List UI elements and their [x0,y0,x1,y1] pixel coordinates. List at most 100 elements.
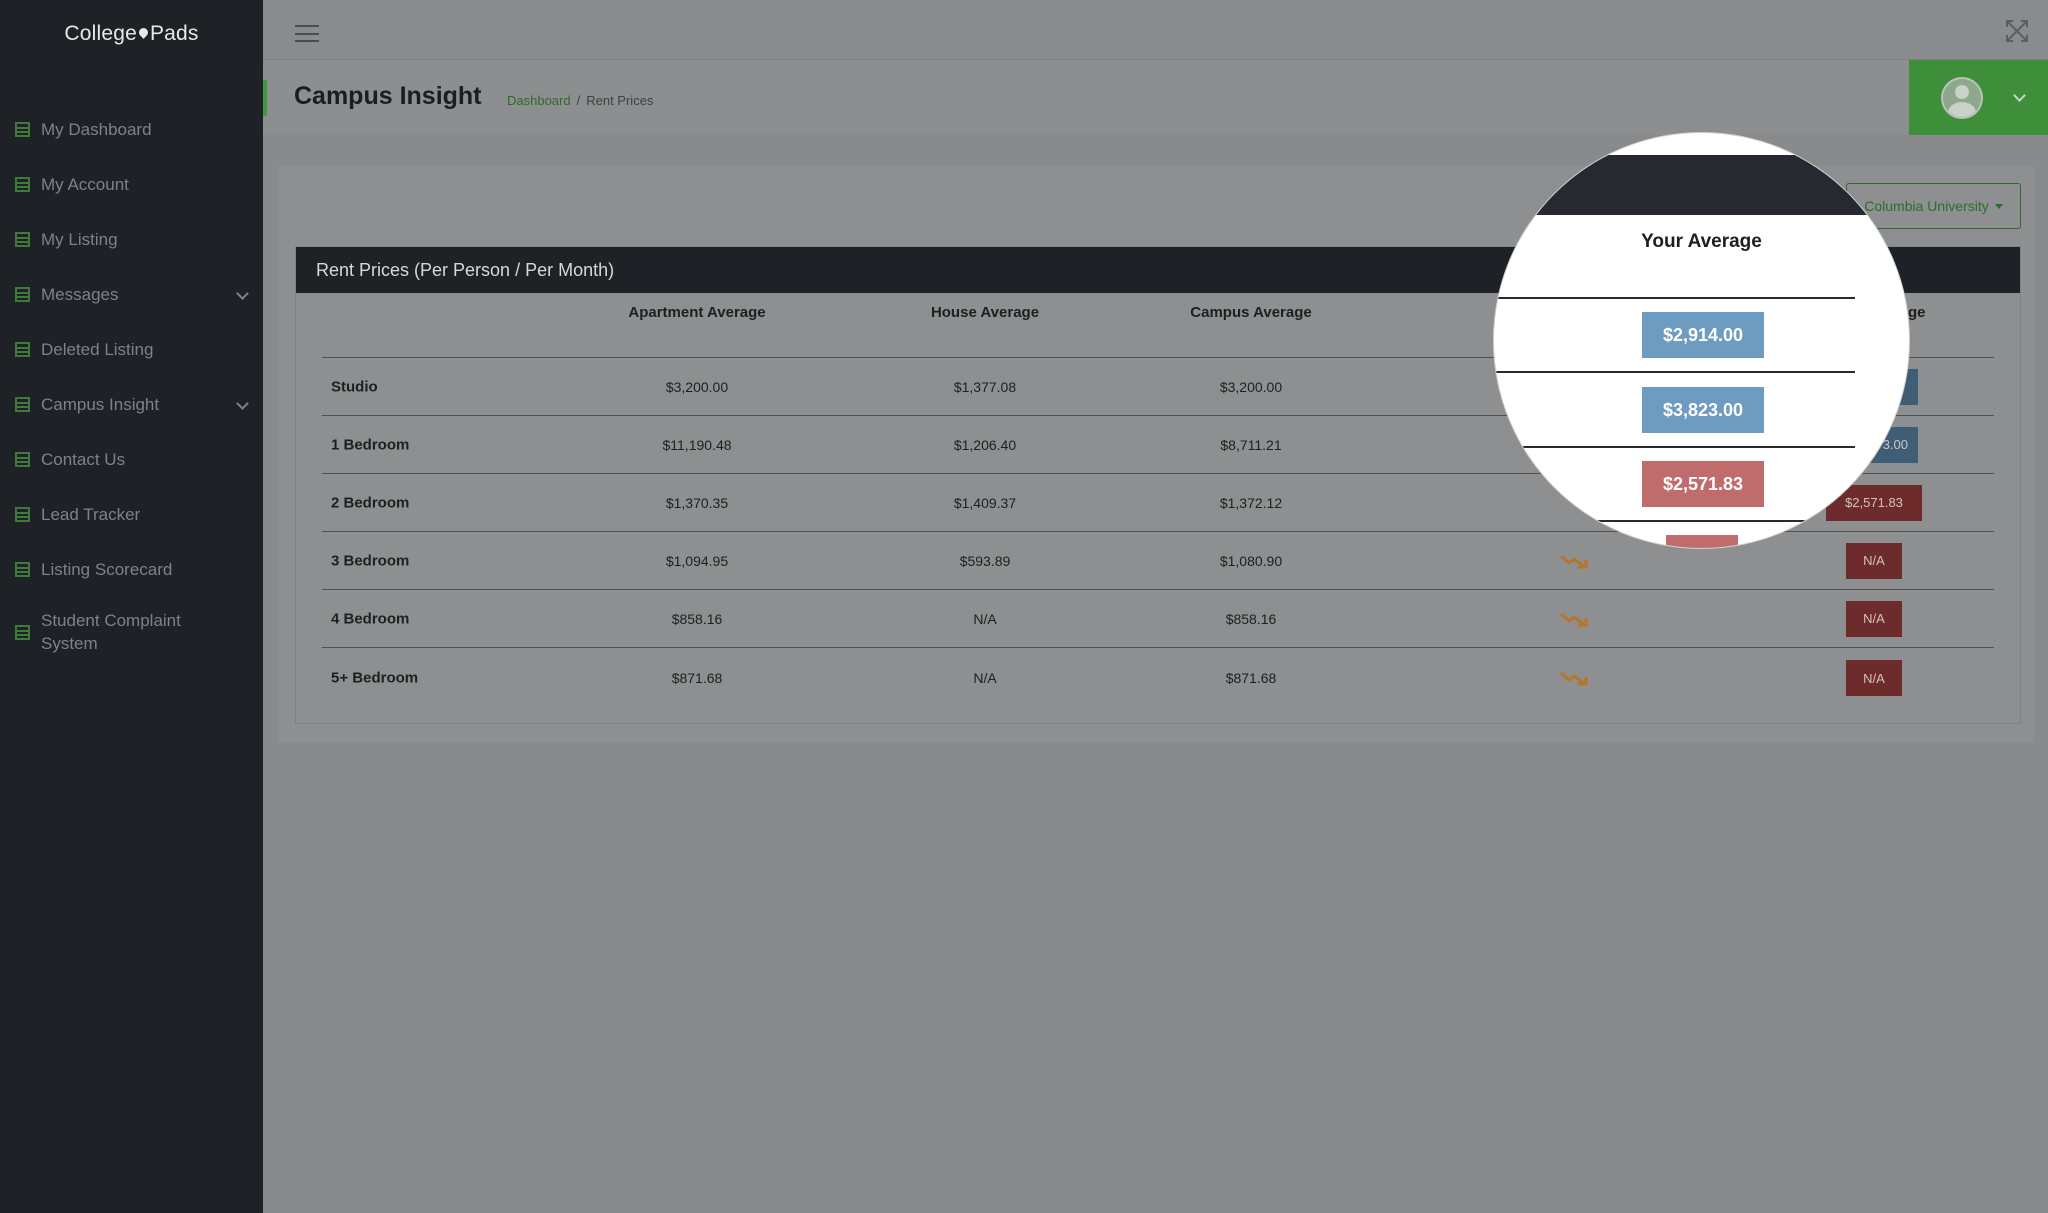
your-average-studio-badge: $2,914.00 [1642,312,1764,358]
sidebar-item-campus-insight[interactable]: Campus Insight [0,377,263,432]
sidebar-item-contact-us[interactable]: Contact Us [0,432,263,487]
sidebar-item-label: Lead Tracker [41,504,141,524]
list-icon [15,231,30,247]
panel-title: Rent Prices (Per Person / Per Month) [316,260,615,280]
campus-average: $858.16 [1225,610,1277,627]
row-label: Studio [331,378,378,395]
chevron-down-icon [2013,89,2026,102]
hamburger-icon[interactable] [295,25,319,42]
campus-average: $871.68 [1225,670,1277,686]
column-header-campus: Campus Average [1190,304,1312,321]
sidebar-item-my-account[interactable]: My Account [0,157,263,212]
top-bar [263,0,2048,60]
campus-average: $8,711.21 [1220,436,1282,453]
page-header: Campus Insight Dashboard / Rent Prices [263,60,2048,135]
your-average-badge: N/A [1846,600,1902,637]
breadcrumb-dashboard-link[interactable]: Dashboard [507,93,571,108]
campus-average: $1,372.12 [1219,494,1283,511]
sidebar-item-label: Student Complaint System [41,611,181,653]
house-average: N/A [973,670,997,686]
sidebar: College Pads My Dashboard My Account My L… [0,0,263,1213]
sidebar-item-label: My Dashboard [41,119,152,139]
sidebar-item-lead-tracker[interactable]: Lead Tracker [0,487,263,542]
logo-text-right: Pads [149,22,199,45]
campus-average: $1,080.90 [1219,552,1283,569]
house-average: $1,377.08 [953,378,1017,395]
list-icon [15,121,30,137]
house-average: $1,206.40 [953,436,1017,453]
sidebar-item-my-dashboard[interactable]: My Dashboard [0,102,263,157]
sidebar-item-label: Messages [41,284,119,304]
caret-down-icon [1994,203,2003,209]
your-average-header: Your Average [1641,231,1762,252]
row-label: 4 Bedroom [331,610,410,627]
magnifier-rule [1494,371,1855,373]
pin-icon [137,26,150,39]
chevron-down-icon [236,396,249,410]
magnifier-header-bar [1494,155,1909,215]
logo-text-left: College [64,22,137,45]
apartment-average: $1,094.95 [665,552,729,569]
column-header-house: House Average [930,304,1040,321]
sidebar-item-deleted-listing[interactable]: Deleted Listing [0,322,263,377]
sidebar-item-label: Contact Us [41,449,126,469]
magnifier-overlay: Your Average $2,914.00 $3,823.00 $2,571.… [1494,133,1909,548]
sidebar-item-label: Deleted Listing [41,339,154,359]
apartment-average: $858.16 [671,610,723,627]
your-average-1bed-badge: $3,823.00 [1642,387,1764,433]
your-average-3bed-badge [1666,535,1738,548]
row-label: 1 Bedroom [331,436,410,453]
apartment-average: $3,200.00 [665,378,729,395]
list-icon [15,561,30,577]
list-icon [15,396,30,412]
breadcrumb: Dashboard / Rent Prices [507,93,653,108]
house-average: N/A [973,610,997,627]
user-menu[interactable] [1909,60,2048,135]
sidebar-item-label: Campus Insight [41,394,160,414]
apartment-average: $11,190.48 [662,436,732,453]
page-title: Campus Insight [294,82,482,110]
your-average-badge: N/A [1846,542,1902,579]
trend-down-icon [1560,671,1588,686]
list-icon [15,286,30,302]
sidebar-item-messages[interactable]: Messages [0,267,263,322]
sidebar-nav: My Dashboard My Account My Listing Messa… [0,102,263,669]
avatar-icon [1941,77,1983,119]
sidebar-item-student-complaint-system[interactable]: Student Complaint System [0,597,263,669]
sidebar-item-label: Listing Scorecard [41,559,173,579]
apartment-average: $1,370.35 [665,494,729,511]
house-average: $1,409.37 [953,494,1017,511]
expand-icon[interactable] [2006,20,2028,42]
list-icon [15,625,30,640]
app-logo[interactable]: College Pads [0,22,263,46]
sidebar-item-my-listing[interactable]: My Listing [0,212,263,267]
apartment-average: $871.68 [671,670,723,686]
row-label: 5+ Bedroom [331,669,419,687]
list-icon [15,341,30,357]
campus-average: $3,200.00 [1219,378,1283,395]
breadcrumb-separator: / [576,93,581,108]
magnifier-rule [1494,446,1855,448]
trend-down-icon [1560,612,1588,626]
sidebar-item-listing-scorecard[interactable]: Listing Scorecard [0,542,263,597]
magnifier-rule [1494,297,1855,299]
list-icon [15,506,30,522]
column-header-apartment: Apartment Average [628,304,766,321]
row-label: 2 Bedroom [331,494,410,511]
header-accent-bar [263,80,267,116]
list-icon [15,176,30,192]
table-row: 5+ Bedroom $871.68 N/A $871.68 N/A [322,648,1994,708]
trend-down-icon [1560,554,1588,568]
column-header-your-average: ge [1908,304,1926,321]
breadcrumb-current: Rent Prices [586,93,654,108]
table-row: 4 Bedroom $858.16 N/A $858.16 N/A [322,590,1994,648]
row-label: 3 Bedroom [331,552,410,569]
your-average-2bed-badge: $2,571.83 [1642,461,1764,507]
magnifier-rule [1494,520,1855,522]
your-average-badge: N/A [1846,660,1902,696]
sidebar-item-label: My Listing [41,229,118,249]
house-average: $593.89 [959,552,1011,569]
sidebar-item-label: My Account [41,174,129,194]
list-icon [15,451,30,467]
chevron-down-icon [236,286,249,300]
